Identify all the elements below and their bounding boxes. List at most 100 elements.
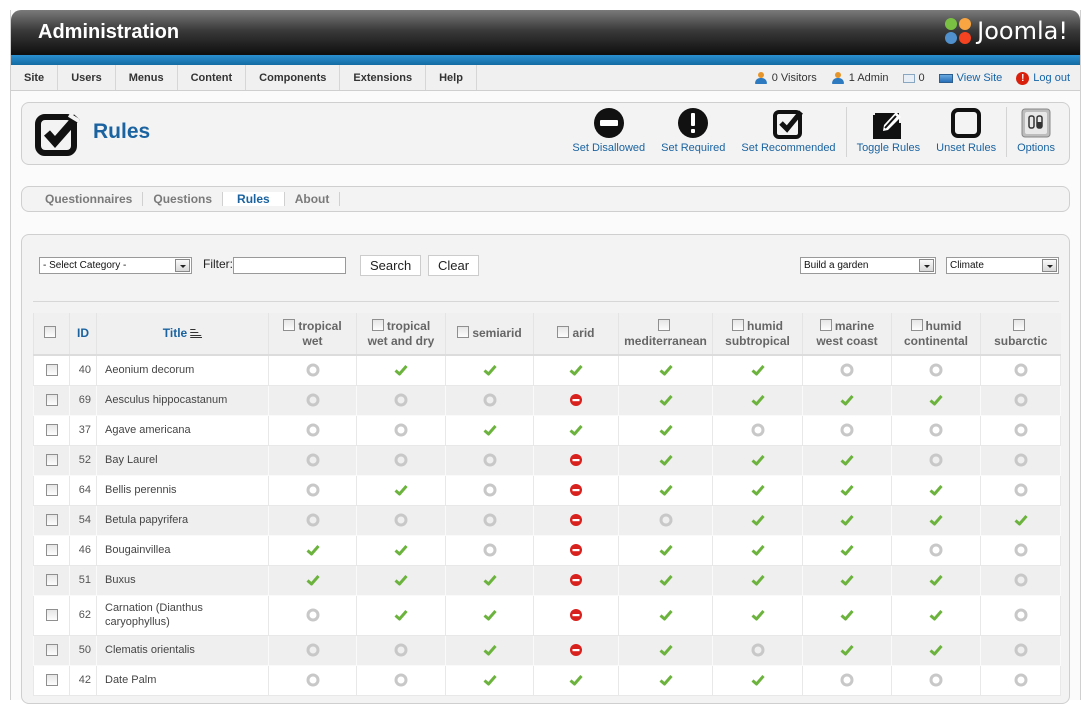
recommended-check-icon[interactable] — [483, 573, 497, 587]
rule-cell[interactable] — [802, 384, 892, 416]
rule-cell[interactable] — [891, 534, 981, 566]
rule-cell[interactable] — [618, 504, 713, 536]
unset-circle-icon[interactable] — [1014, 608, 1028, 622]
rule-cell[interactable] — [533, 664, 619, 696]
rule-cell[interactable] — [533, 634, 619, 666]
messages-status[interactable]: 0 — [902, 72, 925, 84]
rule-cell[interactable] — [356, 474, 446, 506]
disallowed-icon[interactable] — [569, 573, 583, 587]
row-checkbox[interactable] — [45, 644, 58, 657]
recommended-check-icon[interactable] — [306, 573, 320, 587]
recommended-check-icon[interactable] — [751, 573, 765, 587]
row-title[interactable]: Date Palm — [96, 664, 269, 696]
disallowed-icon[interactable] — [569, 453, 583, 467]
column-toggle-checkbox[interactable] — [457, 326, 470, 338]
rule-cell[interactable] — [891, 564, 981, 596]
rule-cell[interactable] — [268, 474, 357, 506]
rule-cell[interactable] — [712, 594, 803, 636]
row-title[interactable]: Bougainvillea — [96, 534, 269, 566]
recommended-check-icon[interactable] — [751, 393, 765, 407]
unset-circle-icon[interactable] — [1014, 453, 1028, 467]
rule-cell[interactable] — [618, 634, 713, 666]
rule-cell[interactable] — [802, 634, 892, 666]
unset-circle-icon[interactable] — [1014, 393, 1028, 407]
rule-cell[interactable] — [356, 444, 446, 476]
disallowed-icon[interactable] — [569, 483, 583, 497]
submenu-questionnaires[interactable]: Questionnaires — [35, 192, 144, 206]
rule-cell[interactable] — [891, 444, 981, 476]
rule-cell[interactable] — [891, 664, 981, 696]
recommended-check-icon[interactable] — [840, 393, 854, 407]
row-title[interactable]: Clematis orientalis — [96, 634, 269, 666]
disallowed-icon[interactable] — [569, 608, 583, 622]
unset-circle-icon[interactable] — [306, 483, 320, 497]
unset-circle-icon[interactable] — [929, 363, 943, 377]
unset-circle-icon[interactable] — [394, 423, 408, 437]
recommended-check-icon[interactable] — [929, 643, 943, 657]
recommended-check-icon[interactable] — [751, 543, 765, 557]
unset-circle-icon[interactable] — [751, 643, 765, 657]
rule-cell[interactable] — [533, 504, 619, 536]
rule-cell[interactable] — [891, 474, 981, 506]
recommended-check-icon[interactable] — [1014, 513, 1028, 527]
unset-circle-icon[interactable] — [306, 513, 320, 527]
recommended-check-icon[interactable] — [840, 453, 854, 467]
rule-cell[interactable] — [712, 534, 803, 566]
menu-content[interactable]: Content — [178, 65, 247, 90]
unset-circle-icon[interactable] — [306, 608, 320, 622]
options-button[interactable]: Options — [1009, 107, 1063, 154]
rule-cell[interactable] — [802, 564, 892, 596]
row-title[interactable]: Bay Laurel — [96, 444, 269, 476]
rule-cell[interactable] — [268, 664, 357, 696]
unset-circle-icon[interactable] — [483, 453, 497, 467]
unset-circle-icon[interactable] — [1014, 543, 1028, 557]
rule-cell[interactable] — [533, 534, 619, 566]
unset-circle-icon[interactable] — [483, 393, 497, 407]
rule-cell[interactable] — [445, 594, 534, 636]
recommended-check-icon[interactable] — [659, 393, 673, 407]
disallowed-icon[interactable] — [569, 543, 583, 557]
rule-cell[interactable] — [445, 564, 534, 596]
unset-circle-icon[interactable] — [394, 393, 408, 407]
row-title[interactable]: Aesculus hippocastanum — [96, 384, 269, 416]
rule-cell[interactable] — [712, 414, 803, 446]
column-toggle-checkbox[interactable] — [819, 318, 832, 331]
rule-cell[interactable] — [356, 384, 446, 416]
recommended-check-icon[interactable] — [659, 643, 673, 657]
rule-cell[interactable] — [533, 474, 619, 506]
rule-cell[interactable] — [980, 504, 1061, 536]
title-column-header[interactable]: Title — [96, 313, 269, 356]
unset-circle-icon[interactable] — [306, 453, 320, 467]
column-toggle-checkbox[interactable] — [658, 318, 670, 331]
unset-circle-icon[interactable] — [394, 453, 408, 467]
row-checkbox[interactable] — [45, 424, 58, 437]
rule-cell[interactable] — [268, 534, 357, 566]
recommended-check-icon[interactable] — [929, 393, 943, 407]
rule-cell[interactable] — [268, 444, 357, 476]
recommended-check-icon[interactable] — [659, 608, 673, 622]
unset-circle-icon[interactable] — [929, 423, 943, 437]
row-title[interactable]: Agave americana — [96, 414, 269, 446]
rule-cell[interactable] — [445, 504, 534, 536]
rule-cell[interactable] — [268, 504, 357, 536]
submenu-about[interactable]: About — [285, 192, 341, 206]
unset-circle-icon[interactable] — [483, 513, 497, 527]
recommended-check-icon[interactable] — [840, 483, 854, 497]
rule-cell[interactable] — [618, 564, 713, 596]
rule-cell[interactable] — [445, 474, 534, 506]
unset-circle-icon[interactable] — [929, 673, 943, 687]
recommended-check-icon[interactable] — [659, 673, 673, 687]
row-checkbox[interactable] — [45, 364, 58, 377]
rule-cell[interactable] — [980, 564, 1061, 596]
row-checkbox[interactable] — [45, 544, 58, 557]
recommended-check-icon[interactable] — [751, 483, 765, 497]
rule-cell[interactable] — [618, 474, 713, 506]
rule-cell[interactable] — [980, 474, 1061, 506]
row-title[interactable]: Aeonium decorum — [96, 354, 269, 386]
unset-circle-icon[interactable] — [306, 393, 320, 407]
row-title[interactable]: Buxus — [96, 564, 269, 596]
view-site-link[interactable]: View Site — [938, 72, 1002, 84]
submenu-rules[interactable]: Rules — [223, 192, 285, 206]
recommended-check-icon[interactable] — [483, 363, 497, 377]
rule-cell[interactable] — [533, 444, 619, 476]
